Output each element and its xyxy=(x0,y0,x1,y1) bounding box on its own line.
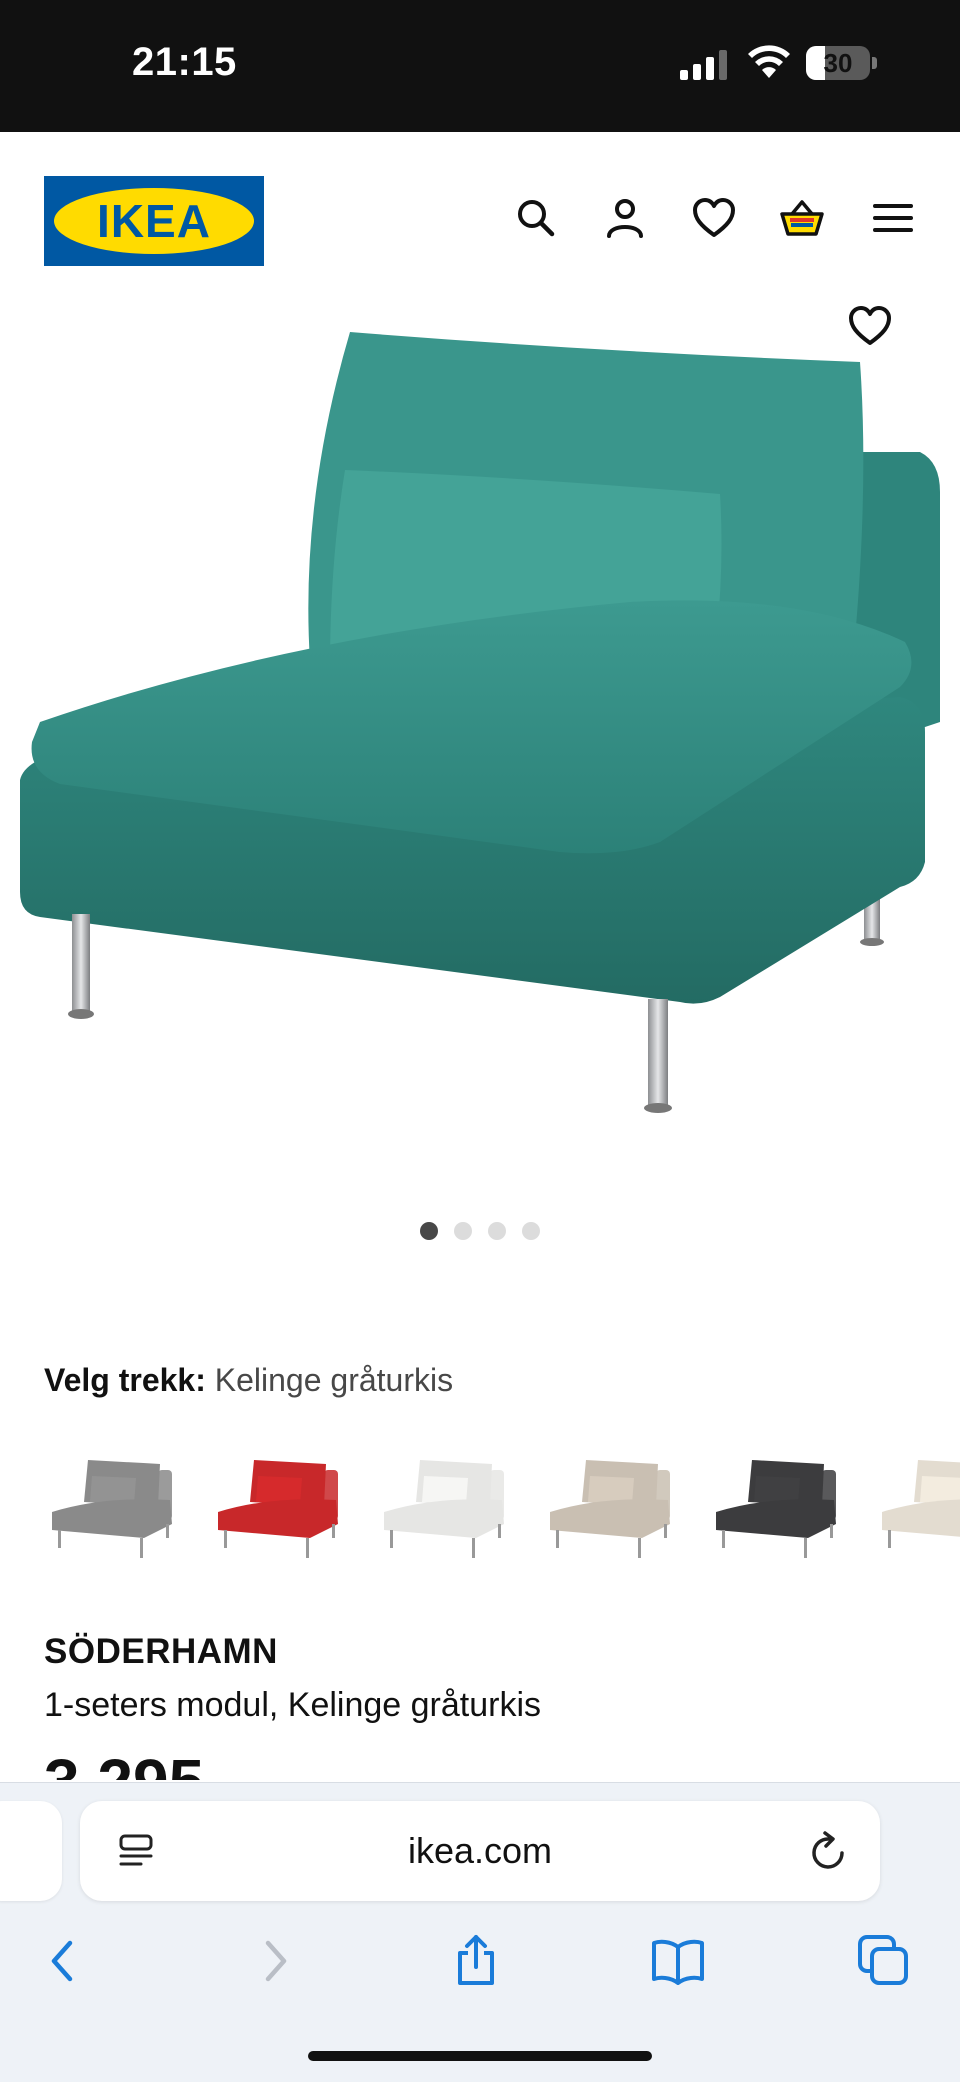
bookmarks-icon[interactable] xyxy=(650,1933,706,1989)
cover-swatch-list xyxy=(44,1440,960,1570)
address-bar[interactable]: ikea.com xyxy=(80,1801,880,1901)
add-to-favorites-icon[interactable] xyxy=(846,302,894,350)
cellular-signal-icon xyxy=(680,50,727,80)
previous-tab-preview[interactable] xyxy=(0,1801,62,1901)
cover-label-title: Velg trekk: xyxy=(44,1362,206,1398)
product-image[interactable] xyxy=(0,302,960,1202)
battery-percent: 30 xyxy=(823,48,853,78)
battery-indicator: 30 xyxy=(806,46,878,82)
menu-icon[interactable] xyxy=(869,194,917,242)
product-name: SÖDERHAMN xyxy=(44,1632,278,1671)
wishlist-icon[interactable] xyxy=(690,194,738,242)
ikea-logo[interactable]: IKEA xyxy=(44,176,264,266)
back-icon[interactable] xyxy=(36,1933,92,1989)
cover-selected-value: Kelinge gråturkis xyxy=(214,1362,454,1398)
account-icon[interactable] xyxy=(601,194,649,242)
reader-mode-icon[interactable] xyxy=(116,1831,156,1871)
cover-swatch[interactable] xyxy=(542,1440,690,1570)
status-time: 21:15 xyxy=(132,40,237,84)
product-description: 1-seters modul, Kelinge gråturkis xyxy=(44,1686,542,1724)
cover-selection-label: Velg trekk: Kelinge gråturkis xyxy=(44,1362,453,1399)
status-bar: 21:15 30 xyxy=(0,0,960,132)
cover-swatch[interactable] xyxy=(376,1440,524,1570)
image-carousel-dots xyxy=(0,1222,960,1246)
cover-swatch[interactable] xyxy=(44,1440,192,1570)
carousel-dot[interactable] xyxy=(420,1222,438,1240)
search-icon[interactable] xyxy=(512,194,560,242)
home-indicator[interactable] xyxy=(308,2051,652,2061)
browser-toolbar: ikea.com xyxy=(0,1782,960,2082)
cover-swatch[interactable] xyxy=(708,1440,856,1570)
carousel-dot[interactable] xyxy=(522,1222,540,1240)
carousel-dot[interactable] xyxy=(488,1222,506,1240)
address-bar-url: ikea.com xyxy=(407,1830,553,1871)
reload-icon[interactable] xyxy=(808,1829,850,1873)
tabs-icon[interactable] xyxy=(856,1933,912,1989)
cart-icon[interactable] xyxy=(778,194,826,242)
cover-swatch[interactable] xyxy=(874,1440,960,1570)
forward-icon[interactable] xyxy=(246,1933,302,1989)
carousel-dot[interactable] xyxy=(454,1222,472,1240)
product-price: 3 295 xyxy=(44,1740,204,1780)
cover-swatch[interactable] xyxy=(210,1440,358,1570)
logo-text: IKEA xyxy=(97,195,211,247)
share-icon[interactable] xyxy=(448,1933,504,1989)
site-header: IKEA xyxy=(0,132,960,302)
wifi-icon xyxy=(748,45,790,78)
